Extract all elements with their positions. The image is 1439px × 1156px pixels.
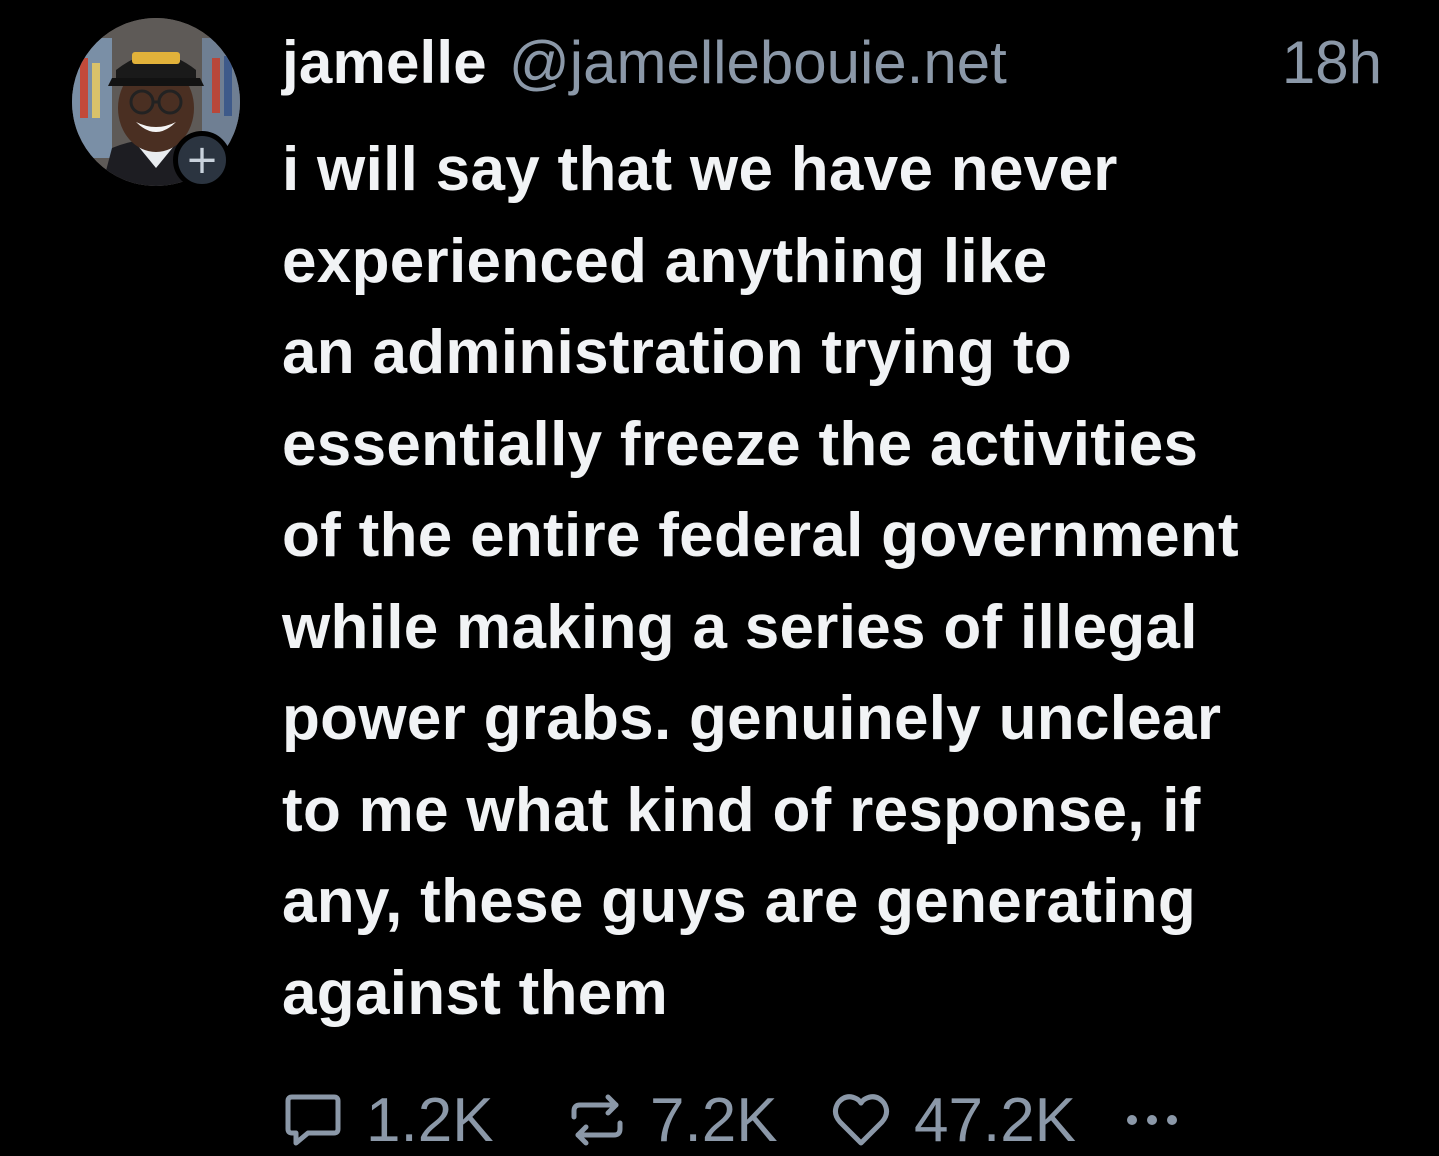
- post-text-line: i will say that we have never: [282, 135, 1118, 204]
- like-count: 47.2K: [914, 1085, 1077, 1155]
- post-text-line: while making a series of illegal: [282, 592, 1198, 662]
- reply-button[interactable]: 1.2K: [282, 1084, 494, 1156]
- repost-button[interactable]: 7.2K: [566, 1084, 778, 1156]
- author-handle[interactable]: @jamellebouie.net: [509, 28, 1007, 97]
- post-text-line: to me what kind of response, if: [282, 775, 1201, 845]
- post-text-line: essentially freeze the activities: [282, 409, 1199, 479]
- post-actions: 1.2K 7.2K 47.2K: [282, 1084, 1282, 1156]
- post-text-line: any, these guys are generating: [282, 867, 1197, 936]
- post-body: i will say that we have never experience…: [282, 124, 1402, 1039]
- post-text-line: an administration trying to: [282, 318, 1073, 387]
- reply-icon: [282, 1089, 344, 1151]
- post-timestamp[interactable]: 18h: [1282, 28, 1382, 97]
- reply-count: 1.2K: [366, 1085, 494, 1155]
- follow-plus-icon[interactable]: +: [173, 131, 231, 189]
- post-text-line: experienced anything like: [282, 226, 1048, 296]
- repost-count: 7.2K: [650, 1085, 778, 1155]
- post-header: jamelle @jamellebouie.net 18h: [282, 28, 1382, 112]
- post-text-line: of the entire federal government: [282, 501, 1240, 570]
- like-button[interactable]: 47.2K: [830, 1084, 1076, 1156]
- repost-icon: [566, 1089, 628, 1151]
- more-options-icon: [1127, 1115, 1177, 1125]
- avatar-container[interactable]: +: [72, 18, 240, 189]
- post-item[interactable]: + jamelle @jamellebouie.net 18h i will s…: [0, 0, 1439, 1156]
- post-text-line: against them: [282, 958, 669, 1028]
- author-display-name[interactable]: jamelle: [282, 28, 487, 97]
- post-text-line: power grabs. genuinely unclear: [282, 684, 1222, 753]
- heart-icon: [830, 1089, 892, 1151]
- plus-icon: +: [185, 137, 219, 183]
- more-options-button[interactable]: [1127, 1084, 1177, 1156]
